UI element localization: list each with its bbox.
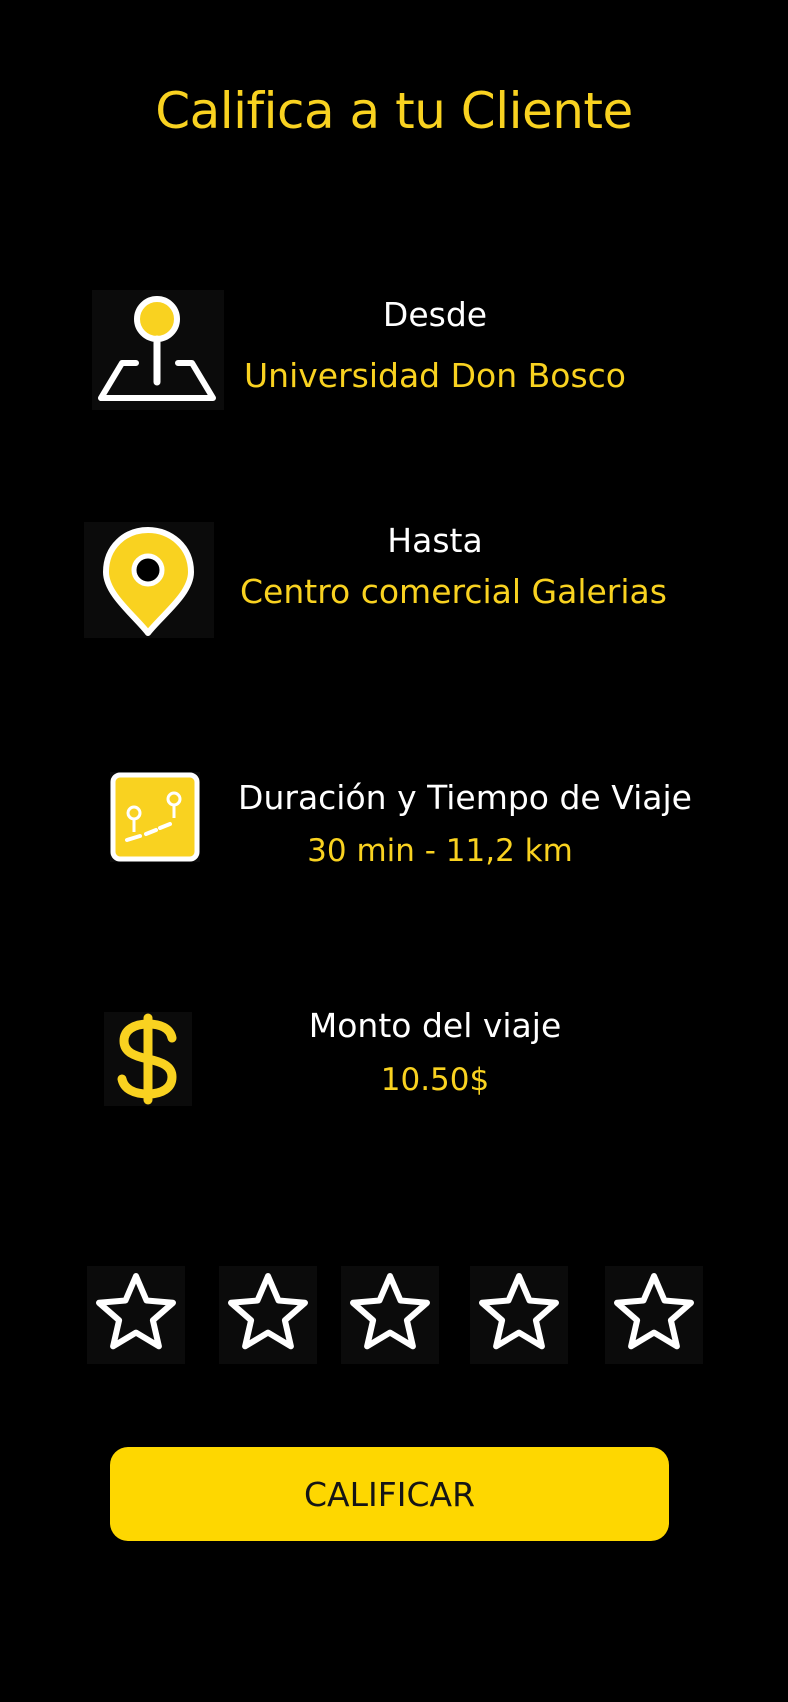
star-outline-icon — [614, 1273, 694, 1350]
rating-star-2[interactable] — [219, 1266, 317, 1364]
map-pin-area-icon — [92, 290, 224, 410]
star-outline-icon — [96, 1273, 176, 1350]
to-value: Centro comercial Galerias — [240, 572, 667, 611]
duration-label: Duración y Tiempo de Viaje — [238, 778, 692, 817]
amount-label: Monto del viaje — [308, 1006, 562, 1045]
duration-value: 30 min - 11,2 km — [307, 833, 573, 869]
dollar-icon — [104, 1012, 192, 1106]
star-outline-icon — [479, 1273, 559, 1350]
rating-star-5[interactable] — [605, 1266, 703, 1364]
star-outline-icon — [228, 1273, 308, 1350]
rating-star-1[interactable] — [87, 1266, 185, 1364]
rating-star-3[interactable] — [341, 1266, 439, 1364]
star-outline-icon — [350, 1273, 430, 1350]
route-map-icon — [110, 772, 200, 862]
location-marker-icon — [84, 522, 214, 638]
to-label: Hasta — [387, 521, 483, 560]
rating-star-4[interactable] — [470, 1266, 568, 1364]
calificar-button[interactable]: CALIFICAR — [110, 1447, 669, 1541]
amount-value: 10.50$ — [380, 1062, 490, 1098]
page-title: Califica a tu Cliente — [155, 82, 633, 140]
from-label: Desde — [382, 295, 488, 334]
from-value: Universidad Don Bosco — [244, 356, 626, 395]
